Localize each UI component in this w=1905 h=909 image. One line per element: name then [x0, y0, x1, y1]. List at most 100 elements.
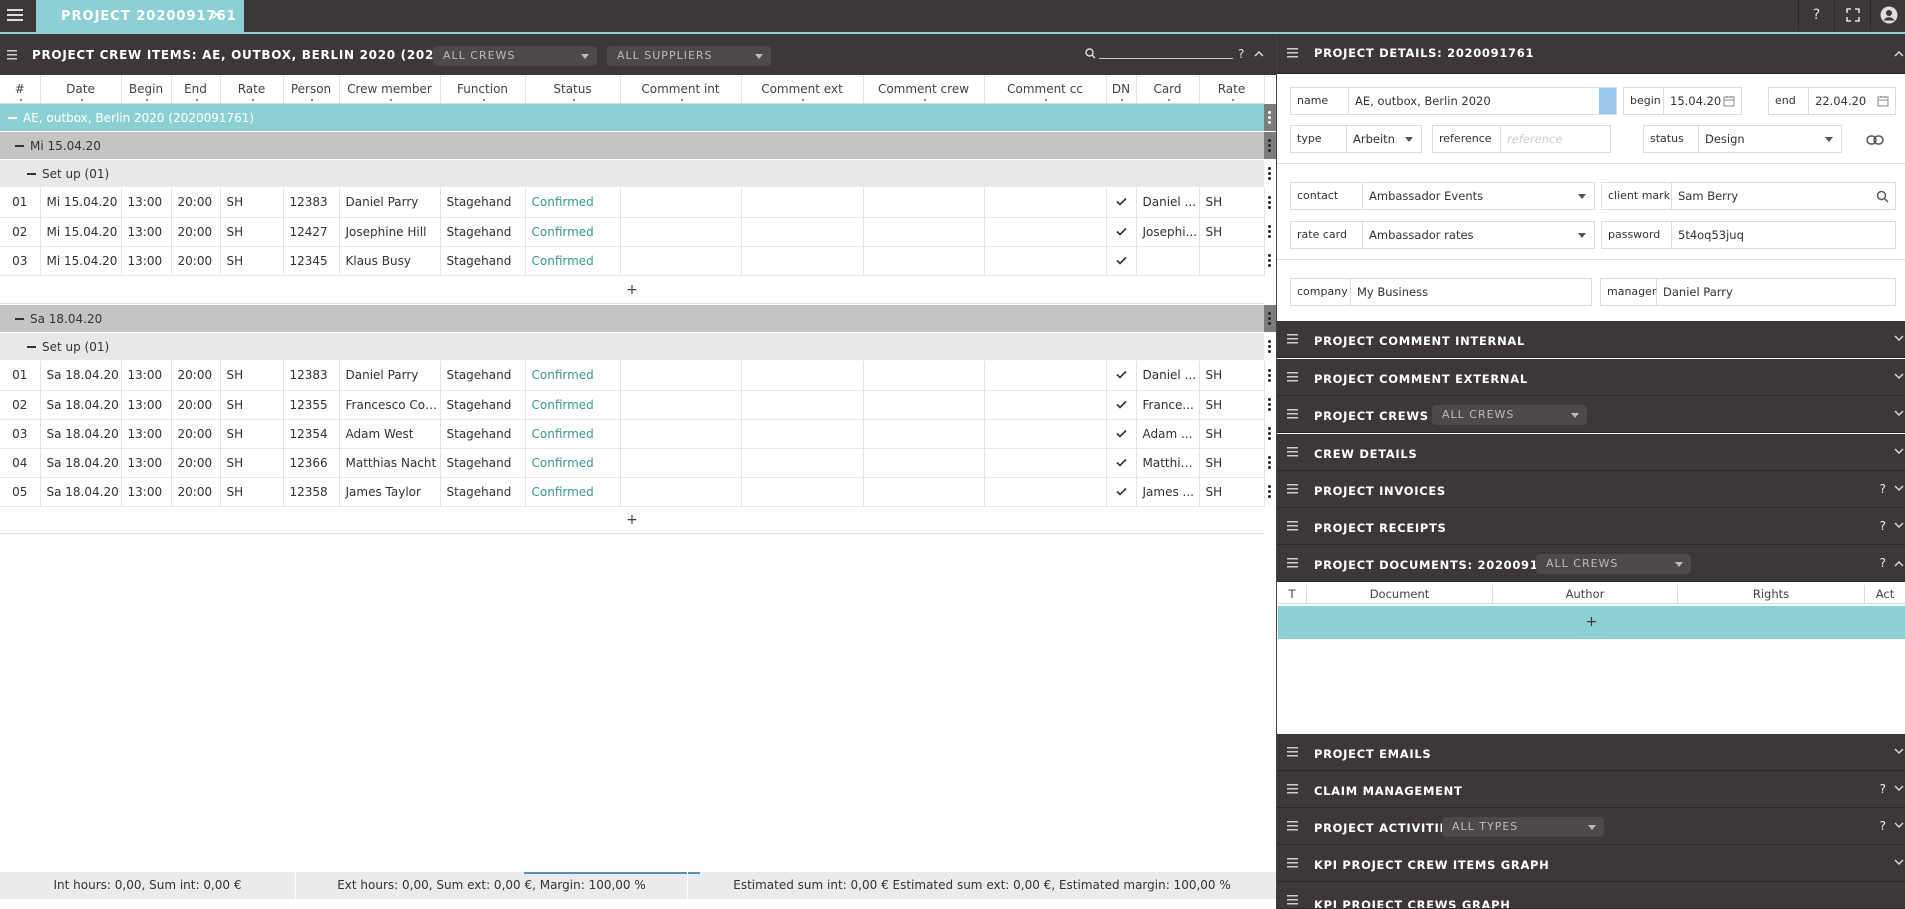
cell-status[interactable]: Confirmed — [525, 246, 621, 276]
cell-dn[interactable] — [1106, 390, 1137, 420]
section-menu-icon[interactable] — [1287, 372, 1301, 382]
cell-rate-2[interactable]: SH — [1199, 477, 1265, 507]
cell-crew-member[interactable]: James Taylor — [339, 477, 441, 507]
cell-rate-2[interactable]: SH — [1199, 419, 1265, 449]
cell-dn[interactable] — [1106, 246, 1137, 276]
cell-function[interactable]: Stagehand — [440, 477, 526, 507]
column-header[interactable]: Begin — [121, 75, 172, 104]
section-menu-icon[interactable] — [1287, 48, 1301, 58]
date-group-row[interactable]: Sa 18.04.20 — [0, 305, 1264, 332]
row-menu-icon[interactable] — [1266, 312, 1272, 326]
cell-status[interactable]: Confirmed — [525, 419, 621, 449]
crews-filter-dropdown[interactable]: ALL CREWS — [433, 46, 597, 66]
cell-dn[interactable] — [1106, 419, 1137, 449]
cell-comment-int[interactable] — [620, 477, 742, 507]
cell-rate[interactable]: SH — [220, 246, 284, 276]
column-header[interactable]: Card — [1136, 75, 1200, 104]
cell-person-id[interactable]: 12383 — [283, 361, 340, 391]
row-number[interactable]: 02 — [0, 390, 41, 420]
manager-field[interactable]: manager Daniel Parry — [1600, 278, 1896, 306]
row-menu-icon[interactable] — [1266, 139, 1272, 153]
begin-date-field[interactable]: begin 15.04.20 — [1623, 87, 1742, 115]
cell-card[interactable]: France... — [1136, 390, 1200, 420]
add-crew-item-button[interactable]: + — [0, 276, 1264, 304]
cell-comment-int[interactable] — [620, 448, 742, 478]
row-menu-icon[interactable] — [1266, 111, 1272, 125]
section-menu-icon[interactable] — [1287, 895, 1301, 905]
cell-rate[interactable]: SH — [220, 361, 284, 391]
chevron-down-icon[interactable] — [1894, 748, 1904, 756]
cell-date[interactable]: Mi 15.04.20 — [40, 188, 122, 218]
section-comment-internal[interactable]: PROJECT COMMENT INTERNAL — [1277, 321, 1905, 358]
help-button[interactable]: ? — [1798, 0, 1834, 30]
cell-begin[interactable]: 13:00 — [121, 448, 172, 478]
cell-comment-crew[interactable] — [863, 390, 985, 420]
cell-rate[interactable]: SH — [220, 448, 284, 478]
cell-crew-member[interactable]: Josephine Hill — [339, 217, 441, 247]
row-number[interactable]: 05 — [0, 477, 41, 507]
end-date-field[interactable]: end 22.04.20 — [1768, 87, 1896, 115]
column-header[interactable]: Rate — [1199, 75, 1265, 104]
row-menu-icon[interactable] — [1266, 398, 1272, 412]
cell-end[interactable]: 20:00 — [171, 188, 221, 218]
cell-dn[interactable] — [1106, 217, 1137, 247]
cell-crew-member[interactable]: Daniel Parry — [339, 361, 441, 391]
cell-person-id[interactable]: 12345 — [283, 246, 340, 276]
company-field[interactable]: company My Business — [1290, 278, 1592, 306]
table-row[interactable]: 02 Mi 15.04.20 13:00 20:00 SH 12427 Josephine … — [0, 217, 1265, 247]
column-header[interactable]: Status — [525, 75, 621, 104]
cell-comment-ext[interactable] — [741, 188, 864, 218]
column-header[interactable]: Function — [440, 75, 526, 104]
row-menu-icon[interactable] — [1266, 485, 1272, 499]
table-row[interactable]: 04 Sa 18.04.20 13:00 20:00 SH 12366 Matthias N… — [0, 448, 1265, 478]
column-header[interactable]: DN — [1106, 75, 1137, 104]
cell-person-id[interactable]: 12366 — [283, 448, 340, 478]
cell-dn[interactable] — [1106, 477, 1137, 507]
cell-function[interactable]: Stagehand — [440, 188, 526, 218]
cell-comment-crew[interactable] — [863, 419, 985, 449]
cell-begin[interactable]: 13:00 — [121, 188, 172, 218]
help-icon[interactable]: ? — [1880, 782, 1886, 796]
section-menu-icon[interactable] — [1287, 858, 1301, 868]
cell-status[interactable]: Confirmed — [525, 448, 621, 478]
cell-comment-cc[interactable] — [984, 217, 1107, 247]
section-crew-details[interactable]: CREW DETAILS — [1277, 434, 1905, 471]
section-menu-icon[interactable] — [1287, 484, 1301, 494]
chevron-down-icon[interactable] — [1894, 522, 1904, 530]
tab-project[interactable]: PROJECT 2020091761 ✕ — [36, 0, 244, 32]
column-header[interactable]: Comment int — [620, 75, 742, 104]
cell-rate-2[interactable]: SH — [1199, 361, 1265, 391]
cell-rate-2[interactable]: SH — [1199, 188, 1265, 218]
cell-comment-ext[interactable] — [741, 246, 864, 276]
cell-person-id[interactable]: 12358 — [283, 477, 340, 507]
cell-rate-2[interactable] — [1199, 246, 1265, 276]
section-project-details[interactable]: PROJECT DETAILS: 2020091761 — [1277, 34, 1905, 74]
section-menu-icon[interactable] — [1287, 747, 1301, 757]
table-row[interactable]: 03 Mi 15.04.20 13:00 20:00 SH 12345 Klaus Busy… — [0, 246, 1265, 276]
section-kpi-crews-graph[interactable]: KPI PROJECT CREWS GRAPH — [1277, 882, 1905, 909]
cell-card[interactable]: Matthia... — [1136, 448, 1200, 478]
cell-crew-member[interactable]: Klaus Busy — [339, 246, 441, 276]
cell-comment-int[interactable] — [620, 419, 742, 449]
cell-comment-crew[interactable] — [863, 246, 985, 276]
collapse-up-icon[interactable] — [1894, 49, 1904, 57]
cell-comment-ext[interactable] — [741, 477, 864, 507]
section-project-activities[interactable]: PROJECT ACTIVITIES ALL TYPES ? — [1277, 808, 1905, 845]
chevron-down-icon[interactable] — [1894, 335, 1904, 343]
column-header[interactable]: End — [171, 75, 221, 104]
cell-rate-2[interactable]: SH — [1199, 448, 1265, 478]
contact-select[interactable]: contact Ambassador Events — [1290, 182, 1595, 210]
cell-function[interactable]: Stagehand — [440, 448, 526, 478]
table-row[interactable]: 03 Sa 18.04.20 13:00 20:00 SH 12354 Adam West S… — [0, 419, 1265, 449]
link-icon[interactable] — [1866, 135, 1884, 145]
collapse-minus-icon[interactable] — [27, 172, 36, 175]
chevron-down-icon[interactable] — [1894, 785, 1904, 793]
doc-col-type[interactable]: T — [1278, 585, 1307, 604]
doc-col-document[interactable]: Document — [1307, 585, 1493, 604]
chevron-down-icon[interactable] — [1894, 373, 1904, 381]
date-group-row[interactable]: Mi 15.04.20 — [0, 132, 1264, 159]
cell-comment-cc[interactable] — [984, 477, 1107, 507]
chevron-down-icon[interactable] — [1894, 859, 1904, 867]
cell-rate[interactable]: SH — [220, 188, 284, 218]
row-number[interactable]: 04 — [0, 448, 41, 478]
